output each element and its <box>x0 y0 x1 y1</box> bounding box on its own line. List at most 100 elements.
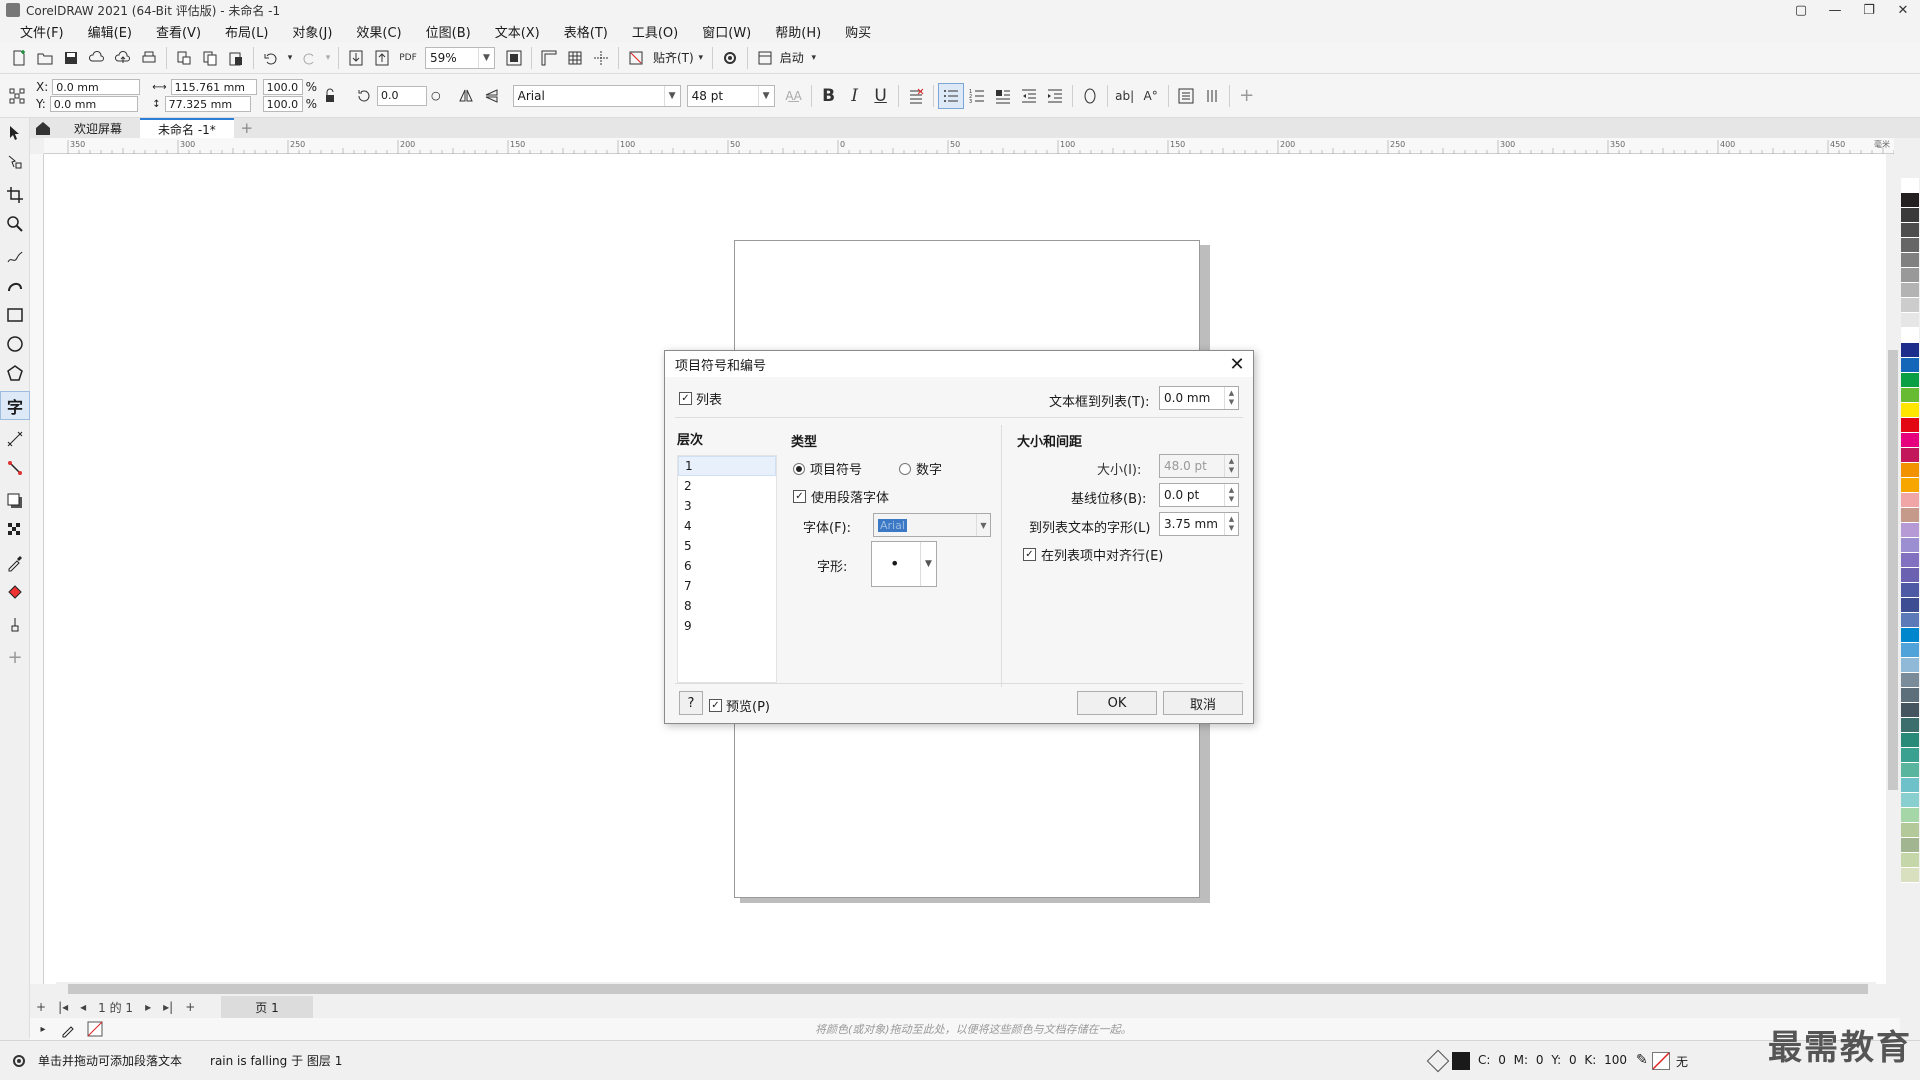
add-toolbar-item-icon[interactable]: + <box>1234 83 1260 109</box>
rotation-field[interactable]: 0.0 <box>377 85 428 106</box>
insert-character-icon[interactable]: A° <box>1138 83 1164 109</box>
menu-tools[interactable]: 工具(O) <box>620 22 690 41</box>
list-checkbox[interactable]: ✓ <box>679 392 692 405</box>
color-swatch[interactable] <box>1901 748 1919 763</box>
color-swatch[interactable] <box>1901 448 1919 463</box>
publish-pdf-icon[interactable]: PDF <box>395 45 421 71</box>
level-item[interactable]: 3 <box>678 496 776 516</box>
undo-dropdown-icon[interactable]: ▾ <box>284 45 296 71</box>
color-swatch[interactable] <box>1901 853 1919 868</box>
size-spinner[interactable]: ▲ ▼ <box>1224 455 1238 477</box>
glyph-picker[interactable]: • ▼ <box>871 541 937 587</box>
color-swatch[interactable] <box>1901 733 1919 748</box>
menu-layout[interactable]: 布局(L) <box>213 22 280 41</box>
level-item[interactable]: 4 <box>678 516 776 536</box>
level-item[interactable]: 7 <box>678 576 776 596</box>
object-properties-icon[interactable] <box>1077 83 1103 109</box>
decrease-indent-icon[interactable] <box>1016 83 1042 109</box>
color-swatch[interactable] <box>1901 778 1919 793</box>
color-swatch[interactable] <box>1901 208 1919 223</box>
bullet-font-combo[interactable]: Arial ▼ <box>873 513 991 537</box>
color-swatch[interactable] <box>1901 553 1919 568</box>
color-swatch[interactable] <box>1901 598 1919 613</box>
color-swatch[interactable] <box>1901 508 1919 523</box>
color-swatch[interactable] <box>1901 433 1919 448</box>
width-field[interactable]: 115.761 mm <box>170 79 257 95</box>
color-swatch[interactable] <box>1901 658 1919 673</box>
vertical-scroll-thumb[interactable] <box>1888 350 1898 790</box>
color-swatch[interactable] <box>1901 583 1919 598</box>
color-swatch[interactable] <box>1901 838 1919 853</box>
underline-icon[interactable]: U <box>868 83 894 109</box>
text-alignment-icon[interactable] <box>903 83 929 109</box>
color-swatch[interactable] <box>1901 328 1919 343</box>
color-swatch[interactable] <box>1901 268 1919 283</box>
frame-to-list-field[interactable]: 0.0 mm ▲ ▼ <box>1159 386 1239 410</box>
chevron-down-icon[interactable]: ▼ <box>478 47 494 68</box>
color-swatch[interactable] <box>1901 403 1919 418</box>
paste-icon[interactable] <box>223 45 249 71</box>
outline-none-swatch-icon[interactable] <box>1652 1052 1670 1070</box>
restore-button[interactable]: ❐ <box>1852 0 1886 20</box>
fill-indicator-icon[interactable] <box>1426 1049 1450 1073</box>
menu-edit[interactable]: 编辑(E) <box>76 22 144 41</box>
number-radio[interactable] <box>899 462 911 475</box>
bullet-list-icon[interactable] <box>937 82 964 109</box>
vertical-ruler[interactable] <box>30 154 44 984</box>
align-lines-row[interactable]: ✓ 在列表项中对齐行(E) <box>1023 545 1163 564</box>
color-swatch[interactable] <box>1901 373 1919 388</box>
color-swatch[interactable] <box>1901 253 1919 268</box>
preview-row[interactable]: ✓ 预览(P) <box>709 696 770 715</box>
size-field[interactable]: 48.0 pt ▲ ▼ <box>1159 454 1239 478</box>
italic-icon[interactable]: I <box>842 83 868 109</box>
show-guidelines-icon[interactable] <box>588 45 614 71</box>
horizontal-scroll-thumb[interactable] <box>68 984 1868 994</box>
fill-color-swatch[interactable] <box>1452 1052 1470 1070</box>
add-tool-icon[interactable]: + <box>0 643 30 672</box>
baseline-shift-field[interactable]: 0.0 pt ▲ ▼ <box>1159 483 1239 507</box>
chevron-down-icon[interactable]: ▼ <box>976 514 990 536</box>
undo-icon[interactable] <box>258 45 284 71</box>
dialog-close-icon[interactable]: ✕ <box>1227 354 1247 375</box>
color-swatch[interactable] <box>1901 223 1919 238</box>
page-tab[interactable]: 页 1 <box>221 996 313 1018</box>
cut-icon[interactable] <box>171 45 197 71</box>
cloud-download-icon[interactable] <box>84 45 110 71</box>
cancel-button[interactable]: 取消 <box>1163 691 1243 715</box>
chevron-down-icon[interactable]: ▼ <box>757 85 774 106</box>
export-icon[interactable] <box>369 45 395 71</box>
menu-buy[interactable]: 购买 <box>833 22 883 41</box>
cloud-upload-icon[interactable] <box>110 45 136 71</box>
level-item[interactable]: 1 <box>678 456 776 476</box>
color-swatch[interactable] <box>1901 283 1919 298</box>
palette-menu-icon[interactable]: ▸ <box>30 1016 56 1042</box>
snap-to-label[interactable]: 贴齐(T) <box>653 49 694 66</box>
add-page-before-icon[interactable]: + <box>30 1000 52 1014</box>
parallel-dimension-tool-icon[interactable] <box>0 424 30 453</box>
bullet-radio[interactable] <box>793 462 805 475</box>
drop-cap-icon[interactable] <box>990 83 1016 109</box>
print-icon[interactable] <box>136 45 162 71</box>
color-swatch[interactable] <box>1901 343 1919 358</box>
ellipse-tool-icon[interactable] <box>0 329 30 358</box>
bold-icon[interactable]: B <box>816 83 842 109</box>
close-window-button[interactable]: ✕ <box>1886 0 1920 20</box>
level-item[interactable]: 5 <box>678 536 776 556</box>
level-item[interactable]: 8 <box>678 596 776 616</box>
outline-pen-icon[interactable]: ✎ <box>1636 1052 1648 1068</box>
preview-checkbox[interactable]: ✓ <box>709 699 722 712</box>
font-list-combo[interactable]: Arial ▼ <box>512 84 681 107</box>
settings-gear-icon[interactable] <box>6 1048 32 1074</box>
color-swatch[interactable] <box>1901 238 1919 253</box>
tab-document[interactable]: 未命名 -1* <box>140 118 234 138</box>
launch-icon[interactable] <box>752 45 778 71</box>
frame-to-list-spinner[interactable]: ▲ ▼ <box>1224 387 1238 409</box>
align-lines-checkbox[interactable]: ✓ <box>1023 548 1036 561</box>
vertical-text-icon[interactable] <box>1199 83 1225 109</box>
mirror-horizontal-icon[interactable] <box>453 83 479 109</box>
object-origin-icon[interactable] <box>4 83 30 109</box>
first-page-icon[interactable]: |◂ <box>52 1000 74 1014</box>
level-item[interactable]: 2 <box>678 476 776 496</box>
font-scale-icon[interactable]: A͟A <box>781 83 807 109</box>
help-icon[interactable]: ▢ <box>1784 0 1818 20</box>
